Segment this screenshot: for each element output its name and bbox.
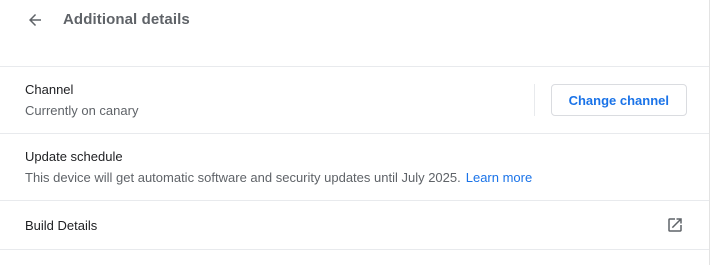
channel-status: Currently on canary: [25, 103, 139, 118]
change-channel-button[interactable]: Change channel: [550, 84, 687, 116]
page-header: Additional details: [0, 0, 709, 39]
update-schedule-label: Update schedule: [25, 149, 123, 164]
header-spacer: [0, 39, 709, 66]
bottom-divider: [0, 249, 709, 265]
learn-more-link[interactable]: Learn more: [466, 170, 532, 185]
build-details-text: Build Details: [25, 216, 665, 235]
back-button[interactable]: [25, 10, 45, 30]
open-in-new-icon: [668, 218, 682, 232]
open-in-new-button[interactable]: [665, 215, 685, 235]
update-schedule-row: Update schedule This device will get aut…: [0, 133, 709, 200]
build-details-row[interactable]: Build Details: [0, 200, 709, 249]
build-details-label: Build Details: [25, 217, 98, 233]
update-schedule-description-line: This device will get automatic software …: [25, 168, 687, 187]
additional-details-page: Additional details Channel Currently on …: [0, 0, 710, 265]
update-schedule-text: Update schedule This device will get aut…: [25, 147, 687, 187]
channel-text: Channel Currently on canary: [25, 80, 534, 120]
vertical-divider: [533, 84, 535, 116]
page-title: Additional details: [63, 11, 190, 28]
arrow-back-icon: [29, 13, 41, 26]
update-schedule-description: This device will get automatic software …: [25, 170, 461, 185]
channel-row: Channel Currently on canary Change chann…: [0, 66, 709, 133]
channel-label: Channel: [25, 82, 74, 97]
